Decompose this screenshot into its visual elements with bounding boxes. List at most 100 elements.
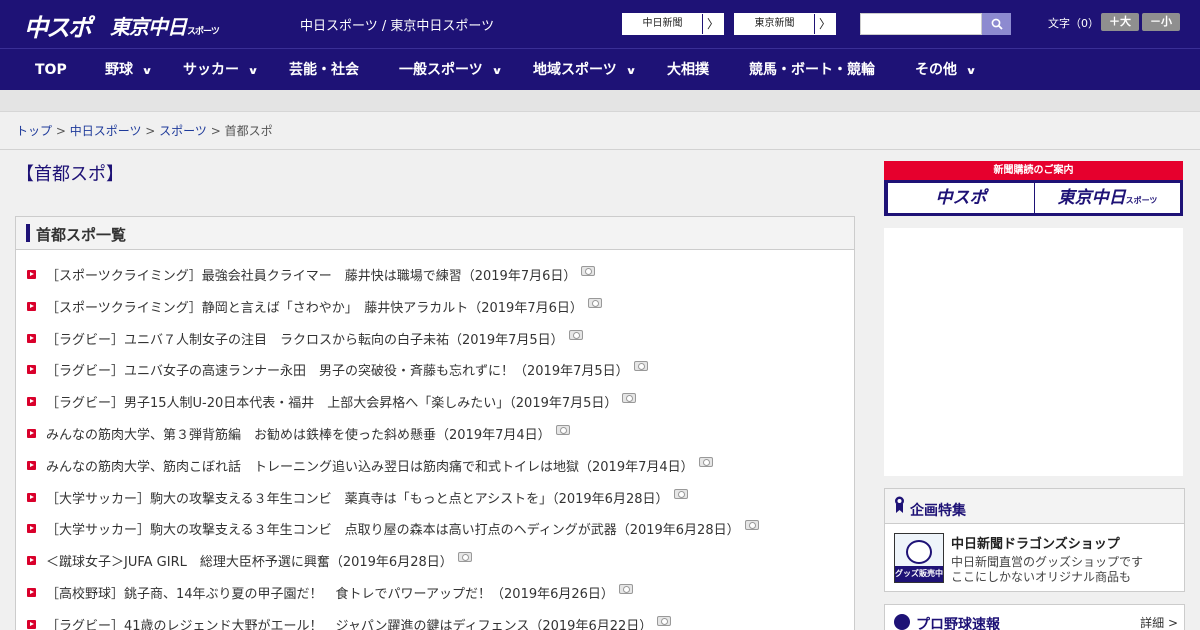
- nav-item-entertainment[interactable]: 芸能・社会: [289, 49, 359, 91]
- details-link[interactable]: 詳細 >: [1140, 614, 1178, 630]
- list-item: ［スポーツクライミング］静岡と言えば「さわやか」 藤井快アラカルト（2019年7…: [16, 294, 856, 318]
- article-link[interactable]: みんなの筋肉大学、筋肉こぼれ話 トレーニング追い込み翌日は筋肉痛で和式トイレは地…: [46, 456, 713, 475]
- subscribe-tokyo-chunichi-button[interactable]: 東京中日スポーツ: [1035, 183, 1180, 213]
- article-link[interactable]: ［ラグビー］ユニバ７人制女子の注目 ラクロスから転向の白子未祐（2019年7月5…: [46, 329, 583, 348]
- nav-item-others[interactable]: その他 ∨: [915, 49, 977, 91]
- article-title: ［ラグビー］ユニバ７人制女子の注目 ラクロスから転向の白子未祐（2019年7月5…: [46, 332, 564, 348]
- mascot-image: [906, 540, 932, 564]
- tokyo-shimbun-label: 東京新聞: [735, 14, 815, 34]
- bullet-arrow-icon: [27, 270, 36, 279]
- subscription-banner[interactable]: 新聞購読のご案内 中スポ 東京中日スポーツ: [884, 161, 1183, 216]
- article-link[interactable]: ［ラグビー］男子15人制U-20日本代表・福井 上部大会昇格へ「楽しみたい」（2…: [46, 392, 637, 412]
- font-size-increase-button[interactable]: ＋大: [1101, 13, 1139, 31]
- nav-item-soccer[interactable]: サッカー ∨: [183, 49, 259, 91]
- sub-nav-band: [0, 90, 1200, 112]
- photo-icon: [581, 266, 596, 276]
- breadcrumb-separator: >: [141, 124, 160, 138]
- search-input[interactable]: [860, 13, 982, 35]
- nav-item-label: 競馬・ボート・競輪: [749, 62, 875, 78]
- bullet-arrow-icon: [27, 619, 36, 629]
- article-title: ＜蹴球女子＞JUFA GIRL 総理大臣杯予選に興奮（2019年6月28日）: [46, 555, 453, 571]
- nav-item-sumo[interactable]: 大相撲: [667, 49, 709, 91]
- tokyo-logo-small-text: スポーツ: [187, 27, 220, 37]
- bullet-arrow-icon: [27, 397, 36, 407]
- chuspo-logo[interactable]: 中スポ: [24, 8, 92, 43]
- feature-panel: 企画特集 グッズ販売中 中日新聞ドラゴンズショップ 中日新聞直営のグッズショップ…: [884, 488, 1185, 592]
- list-item: ［ラグビー］41歳のレジェンド大野がエール！ ジャパン躍進の鍵はディフェンス（2…: [16, 612, 856, 630]
- nav-item-racing[interactable]: 競馬・ボート・競輪: [749, 49, 875, 91]
- list-item: ［大学サッカー］駒大の攻撃支える３年生コンビ 薬真寺は「もっと点とアシストを」（…: [16, 485, 856, 509]
- dragons-shop-title[interactable]: 中日新聞ドラゴンズショップ: [951, 533, 1120, 552]
- nav-item-label: TOP: [35, 62, 67, 78]
- dragons-shop-thumbnail[interactable]: グッズ販売中: [894, 533, 944, 583]
- font-size-decrease-button[interactable]: －小: [1142, 13, 1180, 31]
- article-list-header: 首都スポ一覧: [16, 217, 854, 250]
- page-title: 【首都スポ】: [16, 164, 124, 185]
- list-item: ［高校野球］銚子商、14年ぶり夏の甲子園だ！ 食トレでパワーアップだ！（2019…: [16, 580, 856, 604]
- photo-icon: [457, 552, 472, 563]
- breadcrumb-separator: >: [52, 124, 70, 138]
- breadcrumb-top-link[interactable]: トップ: [16, 124, 52, 138]
- list-item: ＜蹴球女子＞JUFA GIRL 総理大臣杯予選に興奮（2019年6月28日）: [16, 548, 856, 572]
- ribbon-icon: [894, 496, 905, 514]
- photo-icon: [568, 329, 583, 340]
- article-title: みんなの筋肉大学、第３弾背筋編 お勧めは鉄棒を使った斜め懸垂（2019年7月4日…: [46, 428, 551, 443]
- pro-baseball-scores-title: プロ野球速報: [916, 617, 1000, 630]
- article-link[interactable]: ＜蹴球女子＞JUFA GIRL 総理大臣杯予選に興奮（2019年6月28日）: [46, 551, 472, 570]
- bullet-arrow-icon: [27, 301, 36, 311]
- search-icon: [991, 18, 1003, 30]
- tokyo-chunichi-logo[interactable]: 東京中日スポーツ: [110, 11, 220, 40]
- article-title: ［スポーツクライミング］最強会社員クライマー 藤井快は職場で練習（2019年7月…: [46, 269, 577, 284]
- nav-item-general-sports[interactable]: 一般スポーツ ∨: [399, 49, 503, 91]
- chevron-right-icon: 〉: [818, 17, 831, 31]
- article-link[interactable]: ［ラグビー］ユニバ女子の高速ランナー永田 男子の突破役・斉藤も忘れずに！（201…: [46, 360, 648, 379]
- photo-icon: [555, 425, 570, 435]
- article-link[interactable]: みんなの筋肉大学、第３弾背筋編 お勧めは鉄棒を使った斜め懸垂（2019年7月4日…: [46, 424, 570, 443]
- list-item: ［ラグビー］ユニバ女子の高速ランナー永田 男子の突破役・斉藤も忘れずに！（201…: [16, 357, 856, 381]
- article-title: ［高校野球］銚子商、14年ぶり夏の甲子園だ！ 食トレでパワーアップだ！（2019…: [46, 587, 614, 602]
- tokyo-shimbun-link[interactable]: 東京新聞 〉: [734, 13, 836, 35]
- article-link[interactable]: ［スポーツクライミング］最強会社員クライマー 藤井快は職場で練習（2019年7月…: [46, 265, 596, 284]
- article-link[interactable]: ［スポーツクライミング］静岡と言えば「さわやか」 藤井快アラカルト（2019年7…: [46, 297, 602, 316]
- chevron-right-icon: 〉: [706, 17, 719, 31]
- chevron-down-icon: ∨: [247, 66, 259, 77]
- bullet-arrow-icon: [27, 492, 36, 502]
- search-button[interactable]: [982, 13, 1011, 35]
- article-link[interactable]: ［大学サッカー］駒大の攻撃支える３年生コンビ 薬真寺は「もっと点とアシストを」（…: [46, 488, 688, 507]
- list-item: みんなの筋肉大学、筋肉こぼれ話 トレーニング追い込み翌日は筋肉痛で和式トイレは地…: [16, 453, 856, 477]
- article-title: ［ラグビー］41歳のレジェンド大野がエール！ ジャパン躍進の鍵はディフェンス（2…: [46, 618, 653, 630]
- chunichi-shimbun-link[interactable]: 中日新聞 〉: [622, 13, 724, 35]
- article-title: ［大学サッカー］駒大の攻撃支える３年生コンビ 薬真寺は「もっと点とアシストを」（…: [46, 491, 669, 507]
- photo-icon: [698, 456, 713, 467]
- nav-item-regional-sports[interactable]: 地域スポーツ ∨: [533, 49, 636, 91]
- article-link[interactable]: ［高校野球］銚子商、14年ぶり夏の甲子園だ！ 食トレでパワーアップだ！（2019…: [46, 583, 633, 602]
- article-list-panel: 首都スポ一覧 ［スポーツクライミング］最強会社員クライマー 藤井快は職場で練習（…: [15, 216, 855, 630]
- site-title: 中日スポーツ / 東京中日スポーツ: [300, 19, 495, 34]
- bullet-arrow-icon: [27, 588, 36, 597]
- nav-item-label: 一般スポーツ: [399, 62, 483, 78]
- font-size-label: 文字（0）: [1048, 17, 1099, 30]
- article-link[interactable]: ［大学サッカー］駒大の攻撃支える３年生コンビ 点取り屋の森本は高い打点のヘディン…: [46, 519, 759, 538]
- article-title: ［スポーツクライミング］静岡と言えば「さわやか」 藤井快アラカルト（2019年7…: [46, 300, 583, 316]
- nav-item-label: 地域スポーツ: [533, 62, 617, 78]
- photo-icon: [587, 297, 602, 308]
- list-item: みんなの筋肉大学、第３弾背筋編 お勧めは鉄棒を使った斜め懸垂（2019年7月4日…: [16, 421, 856, 445]
- heading-accent-bar: [26, 224, 30, 242]
- bullet-arrow-icon: [27, 333, 36, 343]
- article-link[interactable]: ［ラグビー］41歳のレジェンド大野がエール！ ジャパン躍進の鍵はディフェンス（2…: [46, 615, 672, 630]
- article-title: みんなの筋肉大学、筋肉こぼれ話 トレーニング追い込み翌日は筋肉痛で和式トイレは地…: [46, 459, 694, 475]
- article-list-title: 首都スポ一覧: [36, 226, 127, 244]
- subscribe-chuspo-button[interactable]: 中スポ: [888, 183, 1034, 213]
- bullet-arrow-icon: [27, 524, 36, 534]
- photo-icon: [622, 393, 637, 404]
- article-title: ［ラグビー］男子15人制U-20日本代表・福井 上部大会昇格へ「楽しみたい」（2…: [46, 396, 618, 412]
- header-bar: 中スポ 東京中日スポーツ 中日スポーツ / 東京中日スポーツ 中日新聞 〉 東京…: [0, 0, 1200, 48]
- nav-item-top[interactable]: TOP: [35, 49, 67, 91]
- chevron-down-icon: ∨: [491, 66, 503, 77]
- nav-item-label: 野球: [105, 62, 133, 78]
- breadcrumb: トップ > 中日スポーツ > スポーツ > 首都スポ: [16, 122, 273, 139]
- breadcrumb-sports-link[interactable]: スポーツ: [159, 124, 207, 138]
- breadcrumb-chunichi-link[interactable]: 中日スポーツ: [70, 124, 142, 138]
- feature-panel-header: 企画特集: [885, 489, 1184, 524]
- nav-item-baseball[interactable]: 野球 ∨: [105, 49, 153, 91]
